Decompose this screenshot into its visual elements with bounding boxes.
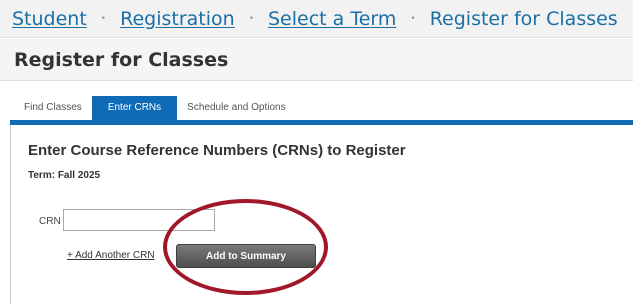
tab-find-classes[interactable]: Find Classes: [14, 96, 92, 120]
breadcrumb-separator: •: [100, 13, 107, 24]
breadcrumb-select-term[interactable]: Select a Term: [268, 8, 396, 30]
breadcrumb-current: Register for Classes: [429, 7, 618, 30]
tab-enter-crns[interactable]: Enter CRNs: [91, 96, 178, 120]
crn-input[interactable]: [63, 209, 215, 231]
tab-schedule-options[interactable]: Schedule and Options: [177, 96, 295, 120]
page-header: Register for Classes: [0, 39, 633, 81]
breadcrumb-separator: •: [248, 13, 254, 24]
breadcrumb: Student • Registration • Select a Term •…: [0, 0, 633, 38]
add-to-summary-button[interactable]: Add to Summary: [176, 244, 316, 268]
add-another-crn-link[interactable]: + Add Another CRN: [67, 250, 155, 261]
tab-bar: Find Classes Enter CRNs Schedule and Opt…: [14, 96, 296, 120]
term-label: Term: Fall 2025: [28, 170, 101, 181]
page-title: Register for Classes: [14, 48, 229, 71]
panel-heading: Enter Course Reference Numbers (CRNs) to…: [28, 142, 406, 159]
breadcrumb-student[interactable]: Student: [12, 8, 87, 30]
crn-label: CRN: [39, 216, 61, 227]
breadcrumb-registration[interactable]: Registration: [120, 8, 235, 30]
breadcrumb-separator: •: [410, 13, 416, 24]
